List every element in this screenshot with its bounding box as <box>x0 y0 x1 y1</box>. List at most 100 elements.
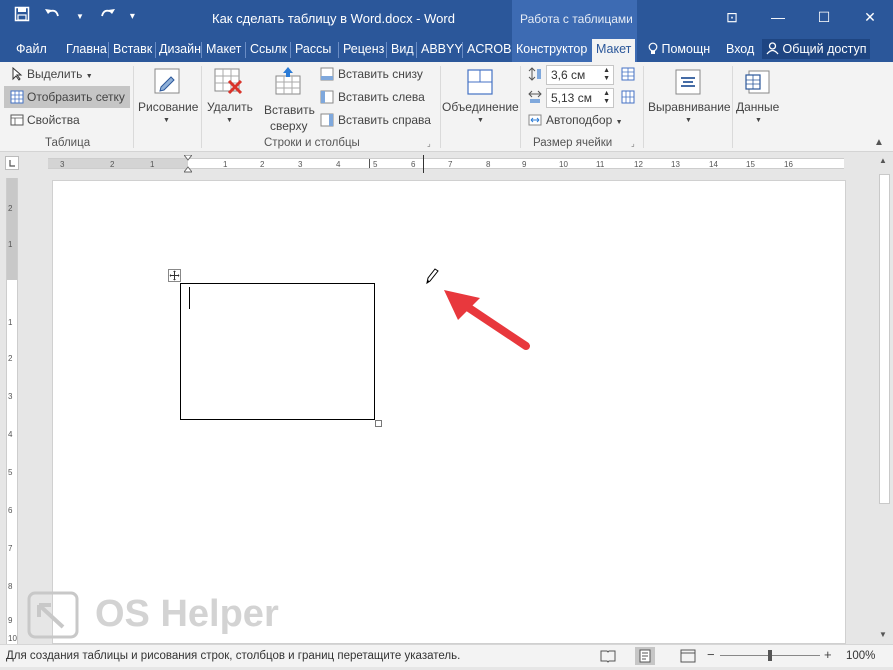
undo-icon[interactable] <box>44 6 62 28</box>
close-icon[interactable]: ✕ <box>847 0 893 36</box>
indent-marker-icon[interactable] <box>182 154 194 173</box>
scroll-down-icon[interactable]: ▼ <box>879 630 887 639</box>
ruler-number: 1 <box>8 318 13 327</box>
group-label-cell-size: Размер ячейки <box>533 137 613 149</box>
delete-button[interactable]: Удалить <box>207 100 253 114</box>
collapse-ribbon-icon[interactable]: ▲ <box>874 137 884 148</box>
web-layout-icon[interactable] <box>680 649 696 668</box>
zoom-level[interactable]: 100% <box>846 650 875 662</box>
col-width-icon <box>528 90 542 104</box>
person-icon <box>766 42 782 56</box>
tab-layout[interactable]: Макет <box>202 39 245 62</box>
save-icon[interactable] <box>14 6 30 28</box>
tab-file[interactable]: Файл <box>12 39 51 62</box>
pointer-arrow-annotation <box>438 284 538 354</box>
read-mode-icon[interactable] <box>600 649 616 668</box>
document-page[interactable]: OS Helper <box>27 180 846 644</box>
ruler-number: 4 <box>8 430 13 439</box>
select-label: Выделить <box>27 67 83 81</box>
select-button[interactable]: Выделить ▼ <box>27 67 93 81</box>
tab-abbyy[interactable]: ABBYY <box>417 39 467 62</box>
ruler-number: 2 <box>8 354 13 363</box>
tab-view[interactable]: Вид <box>387 39 418 62</box>
dialog-launcher-icon[interactable]: ⌟ <box>631 139 635 148</box>
scroll-up-icon[interactable]: ▲ <box>879 156 887 165</box>
ruler-number: 11 <box>596 160 605 169</box>
ruler-number: 16 <box>784 160 793 169</box>
redo-icon[interactable] <box>98 6 116 28</box>
drawn-table-cell[interactable] <box>180 283 375 420</box>
insert-right-button[interactable]: Вставить справа <box>338 113 431 127</box>
delete-table-icon <box>213 67 243 97</box>
show-grid-button[interactable]: Отобразить сетку <box>27 90 125 104</box>
insert-above-icon <box>273 66 303 96</box>
table-move-handle-icon[interactable] <box>168 269 181 282</box>
undo-dropdown-icon[interactable]: ▼ <box>76 7 84 27</box>
zoom-slider-thumb[interactable] <box>768 650 772 661</box>
zoom-slider[interactable] <box>720 650 820 661</box>
tab-table-layout[interactable]: Макет <box>592 39 636 62</box>
dropdown-icon: ▼ <box>226 117 233 124</box>
tab-mailings[interactable]: Рассы <box>291 39 335 62</box>
ribbon-options-icon[interactable]: ⊡ <box>709 0 755 36</box>
insert-left-button[interactable]: Вставить слева <box>338 90 425 104</box>
zoom-in-button[interactable]: + <box>824 647 832 662</box>
ruler-number: 2 <box>8 204 13 213</box>
insert-above-label-2[interactable]: сверху <box>270 119 307 133</box>
status-message: Для создания таблицы и рисования строк, … <box>6 650 461 662</box>
distribute-cols-icon[interactable] <box>621 90 635 104</box>
tab-design[interactable]: Дизайн <box>155 39 205 62</box>
customize-icon[interactable]: ▾ <box>130 7 135 27</box>
properties-button[interactable]: Свойства <box>27 113 80 127</box>
dropdown-icon: ▼ <box>615 119 623 126</box>
group-label-rows-cols: Строки и столбцы <box>264 137 360 149</box>
ruler-number: 2 <box>260 160 265 169</box>
tab-selector-icon[interactable] <box>5 156 19 170</box>
zoom-out-button[interactable]: − <box>707 647 715 662</box>
ruler-number: 3 <box>60 160 65 169</box>
autofit-button[interactable]: Автоподбор ▼ <box>546 113 623 127</box>
vertical-scrollbar[interactable]: ▲ ▼ <box>876 152 893 644</box>
maximize-icon[interactable]: ☐ <box>801 0 847 36</box>
minimize-icon[interactable]: — <box>755 0 801 36</box>
insert-above-label-1[interactable]: Вставить <box>264 103 315 117</box>
group-separator <box>440 66 441 148</box>
tab-table-design[interactable]: Конструктор <box>512 39 591 62</box>
horizontal-ruler: 3 2 1 1 2 3 4 5 6 7 8 9 10 11 12 13 14 1… <box>0 152 893 174</box>
tab-review[interactable]: Реценз <box>339 39 388 62</box>
data-button[interactable]: Данные <box>736 100 779 114</box>
group-separator <box>643 66 644 148</box>
ruler-number: 1 <box>150 160 155 169</box>
group-label-table: Таблица <box>45 137 91 149</box>
ruler-bar[interactable]: 3 2 1 1 2 3 4 5 6 7 8 9 10 11 12 13 14 1… <box>48 155 844 173</box>
insert-below-button[interactable]: Вставить снизу <box>338 67 423 81</box>
tell-me[interactable]: Помощн <box>644 39 714 62</box>
tab-acrobat[interactable]: ACROB <box>463 39 515 62</box>
dropdown-icon: ▼ <box>685 117 692 124</box>
grid-icon <box>10 90 24 104</box>
print-layout-icon[interactable] <box>635 647 655 665</box>
draw-button[interactable]: Рисование <box>138 100 198 114</box>
scroll-thumb[interactable] <box>879 174 890 504</box>
vertical-ruler[interactable]: 2 1 1 2 3 4 5 6 7 8 9 10 <box>6 178 18 644</box>
dialog-launcher-icon[interactable]: ⌟ <box>427 139 431 148</box>
tab-insert[interactable]: Вставк <box>109 39 156 62</box>
spin-arrows-icon[interactable]: ▲ ▼ <box>603 90 610 106</box>
watermark-text: OS Helper <box>95 593 279 635</box>
group-separator <box>201 66 202 148</box>
spin-arrows-icon[interactable]: ▲ ▼ <box>603 67 610 83</box>
merge-button[interactable]: Объединение <box>442 100 519 114</box>
autofit-icon <box>528 113 542 127</box>
tab-references[interactable]: Ссылк <box>246 39 291 62</box>
tab-home[interactable]: Главна <box>62 39 111 62</box>
ruler-number: 2 <box>110 160 115 169</box>
dropdown-icon: ▼ <box>755 117 762 124</box>
row-height-input[interactable]: 3,6 см ▲ ▼ <box>546 65 614 85</box>
alignment-button[interactable]: Выравнивание <box>648 100 731 114</box>
distribute-rows-icon[interactable] <box>621 67 635 81</box>
status-bar: Для создания таблицы и рисования строк, … <box>0 644 893 667</box>
sign-in-link[interactable]: Вход <box>722 39 758 62</box>
table-resize-handle[interactable] <box>375 420 382 427</box>
col-width-input[interactable]: 5,13 см ▲ ▼ <box>546 88 614 108</box>
share-button[interactable]: Общий доступ <box>762 39 871 59</box>
